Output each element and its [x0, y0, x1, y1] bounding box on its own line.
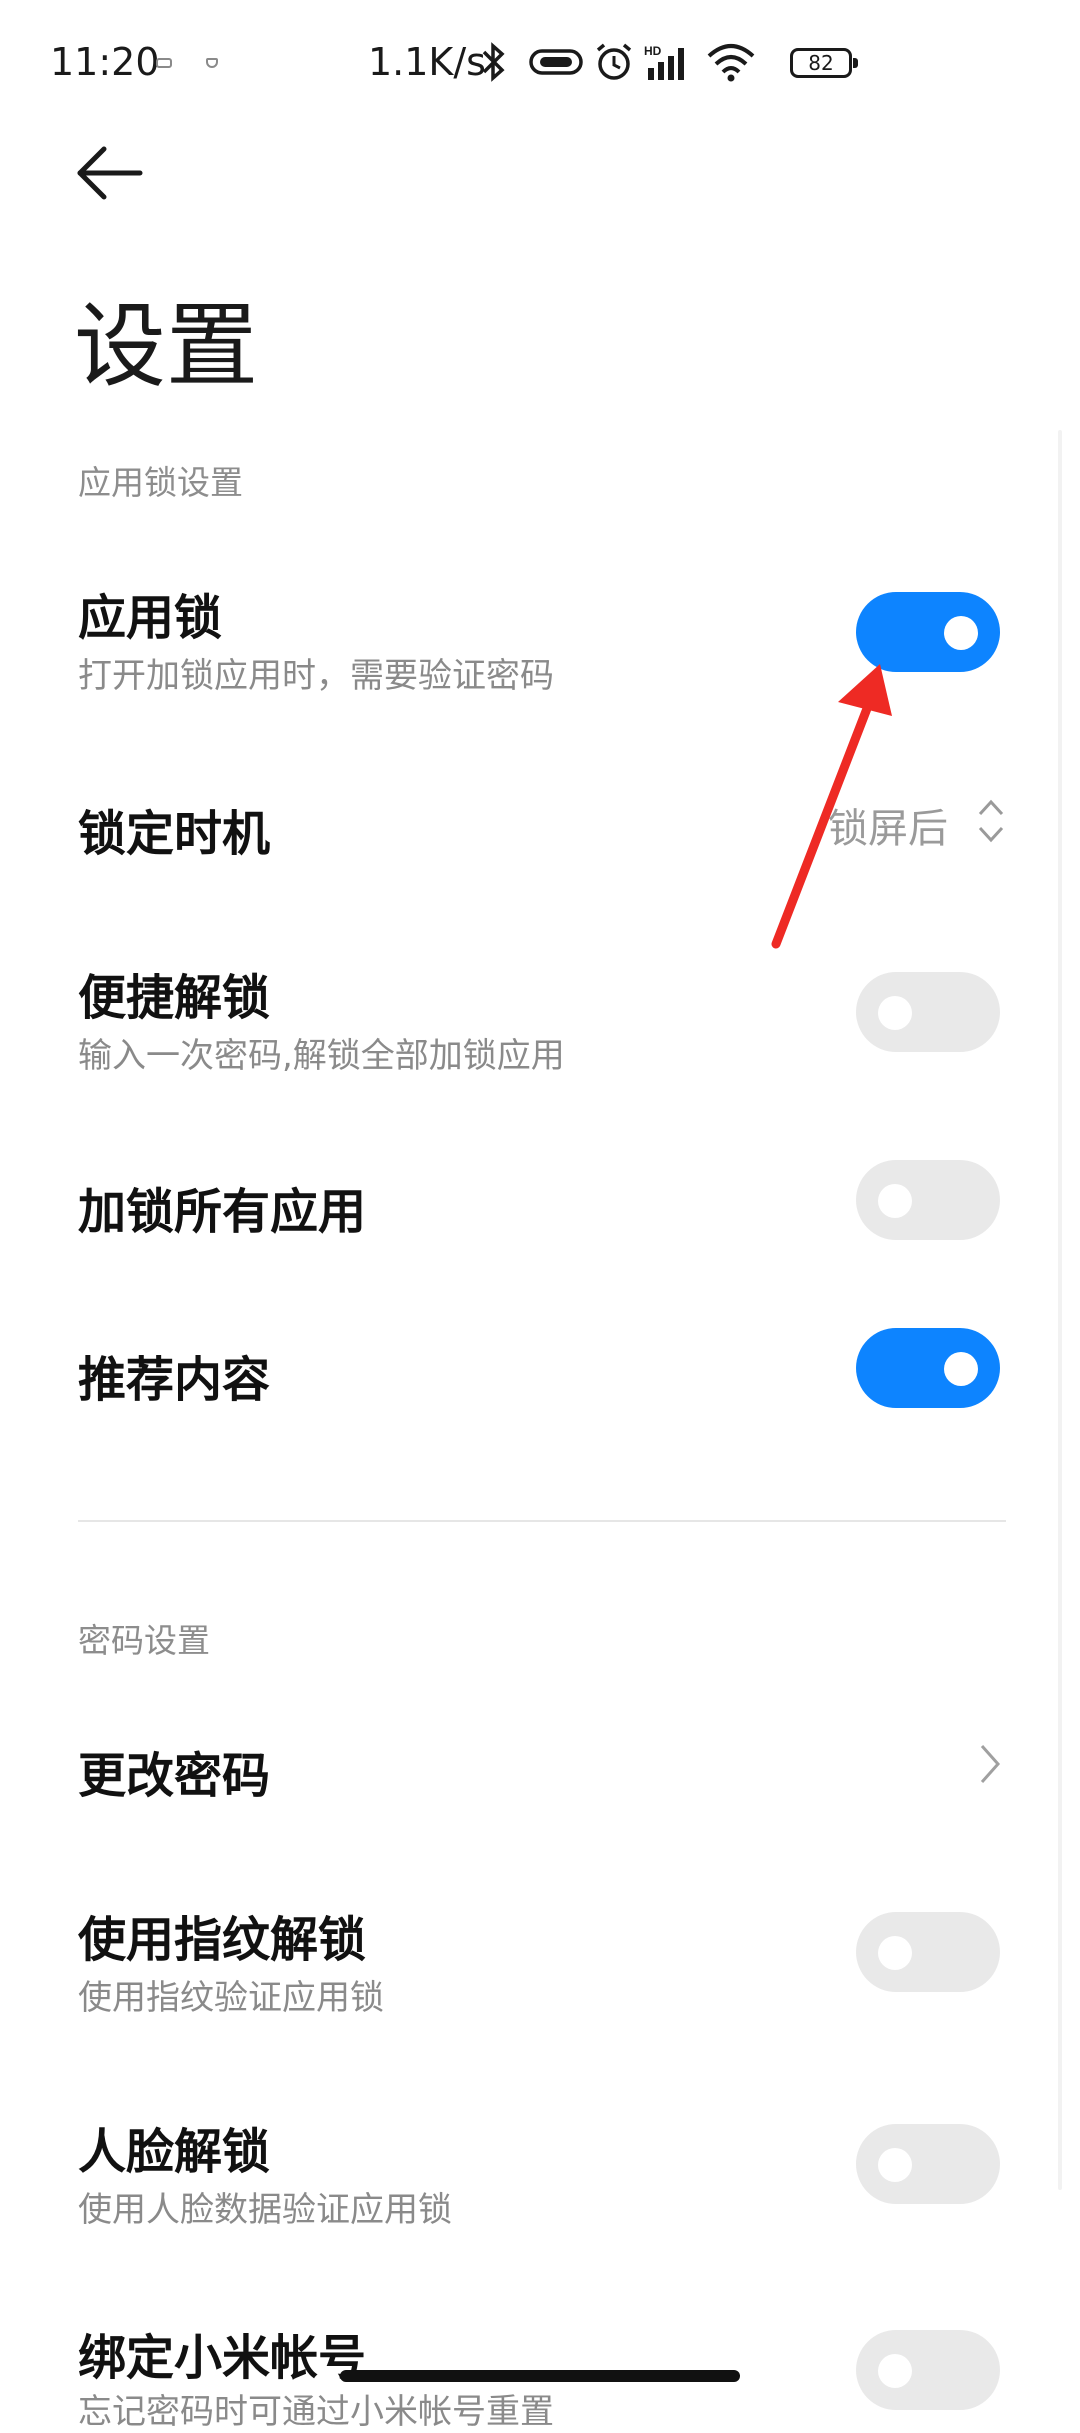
lock-all-apps-toggle[interactable]	[856, 1160, 1000, 1240]
battery-indicator: 82	[790, 48, 858, 78]
back-arrow-icon[interactable]	[74, 142, 144, 204]
row-subtitle: 打开加锁应用时，需要验证密码	[78, 656, 554, 696]
bluetooth-icon	[482, 42, 505, 82]
toggle-knob	[878, 996, 912, 1030]
fingerprint-unlock-toggle[interactable]	[856, 1912, 1000, 1992]
status-time: 11:20	[50, 40, 160, 84]
vibrate-icon	[529, 49, 583, 75]
row-title: 更改密码	[78, 1748, 271, 1804]
row-title: 应用锁	[78, 590, 223, 646]
face-unlock-toggle[interactable]	[856, 2124, 1000, 2204]
row-subtitle: 输入一次密码,解锁全部加锁应用	[78, 1036, 565, 1076]
row-title: 加锁所有应用	[78, 1184, 367, 1240]
scrollbar[interactable]	[1058, 430, 1062, 2190]
up-down-arrow-icon	[978, 799, 1004, 843]
row-title: 推荐内容	[78, 1352, 271, 1408]
recommended-content-toggle[interactable]	[856, 1328, 1000, 1408]
home-indicator[interactable]	[340, 2370, 740, 2382]
network-speed: 1.1K/s	[368, 40, 486, 84]
row-subtitle: 忘记密码时可通过小米帐号重置	[78, 2392, 554, 2432]
section-header-password: 密码设置	[78, 1621, 210, 1660]
alarm-icon	[596, 43, 632, 80]
wifi-icon	[707, 44, 755, 82]
row-title: 便捷解锁	[78, 970, 271, 1026]
quick-unlock-toggle[interactable]	[856, 972, 1000, 1052]
toggle-knob	[878, 2148, 912, 2182]
toggle-knob	[944, 1352, 978, 1386]
row-title: 使用指纹解锁	[78, 1912, 367, 1968]
section-divider	[78, 1520, 1006, 1522]
bind-mi-account-toggle[interactable]	[856, 2330, 1000, 2410]
section-header-applock: 应用锁设置	[78, 463, 243, 502]
row-subtitle: 使用指纹验证应用锁	[78, 1978, 384, 2018]
row-subtitle: 使用人脸数据验证应用锁	[78, 2190, 452, 2230]
page-title: 设置	[74, 293, 259, 400]
toggle-knob	[944, 616, 978, 650]
lock-timing-value: 锁屏后	[828, 806, 948, 852]
chevron-right-icon	[980, 1745, 1001, 1783]
app-lock-toggle[interactable]	[856, 592, 1000, 672]
row-title: 锁定时机	[78, 806, 271, 862]
notification-icon	[156, 58, 172, 68]
row-title: 人脸解锁	[78, 2124, 271, 2180]
svg-text:HD: HD	[644, 44, 662, 58]
status-bar: 11:20 1.1K/s HD 82	[0, 0, 1080, 130]
toggle-knob	[878, 1184, 912, 1218]
toggle-knob	[878, 2354, 912, 2388]
hd-signal-icon: HD	[644, 44, 684, 80]
row-title: 绑定小米帐号	[78, 2330, 367, 2386]
shield-icon	[206, 58, 218, 68]
toggle-knob	[878, 1936, 912, 1970]
